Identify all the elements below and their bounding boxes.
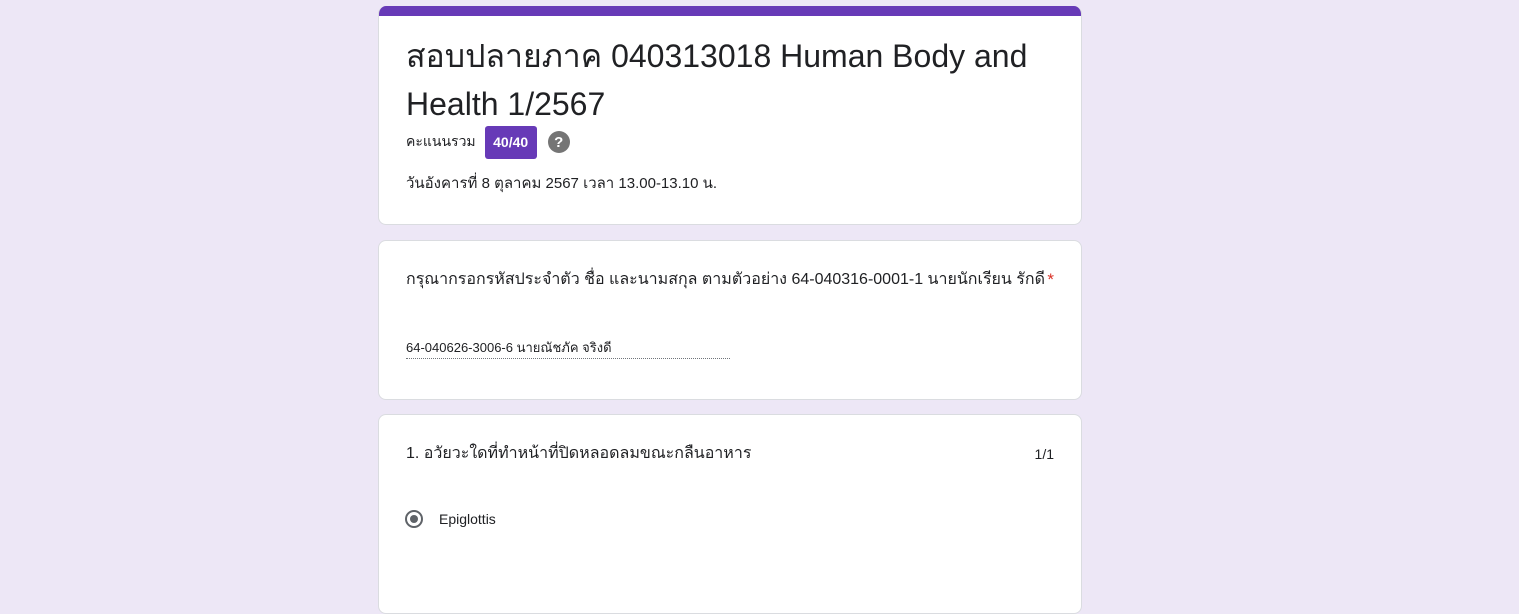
selected-option-row[interactable]: Epiglottis [405,510,496,528]
identity-answer-field: 64-040626-3006-6 นายณัชภัค จริงดี [406,339,730,359]
radio-selected-icon[interactable] [405,510,423,528]
form-header-card: สอบปลายภาค 040313018 Human Body and Heal… [378,6,1082,225]
header-accent-bar [379,6,1081,16]
question-card-1: 1. อวัยวะใดที่ทำหน้าที่ปิดหลอดลมขณะกลืนอ… [378,414,1082,614]
option-label: Epiglottis [439,511,496,527]
total-score-badge: 40/40 [484,125,537,159]
identity-question-card: กรุณากรอกรหัสประจำตัว ชื่อ และนามสกุล ตา… [378,240,1082,400]
form-column: สอบปลายภาค 040313018 Human Body and Heal… [378,6,1082,614]
form-description: วันอังคารที่ 8 ตุลาคม 2567 เวลา 13.00-13… [406,175,718,192]
question-title: 1. อวัยวะใดที่ทำหน้าที่ปิดหลอดลมขณะกลืนอ… [406,445,752,462]
total-score-row: คะแนนรวม 40/40 ? [406,125,570,159]
question-points: 1/1 [1034,446,1054,462]
identity-question-text: กรุณากรอกรหัสประจำตัว ชื่อ และนามสกุล ตา… [406,271,1045,288]
total-score-label: คะแนนรวม [406,133,476,149]
help-icon[interactable]: ? [547,131,570,153]
required-asterisk: * [1047,270,1054,289]
form-title: สอบปลายภาค 040313018 Human Body and Heal… [406,38,1028,122]
radio-dot [410,515,418,523]
